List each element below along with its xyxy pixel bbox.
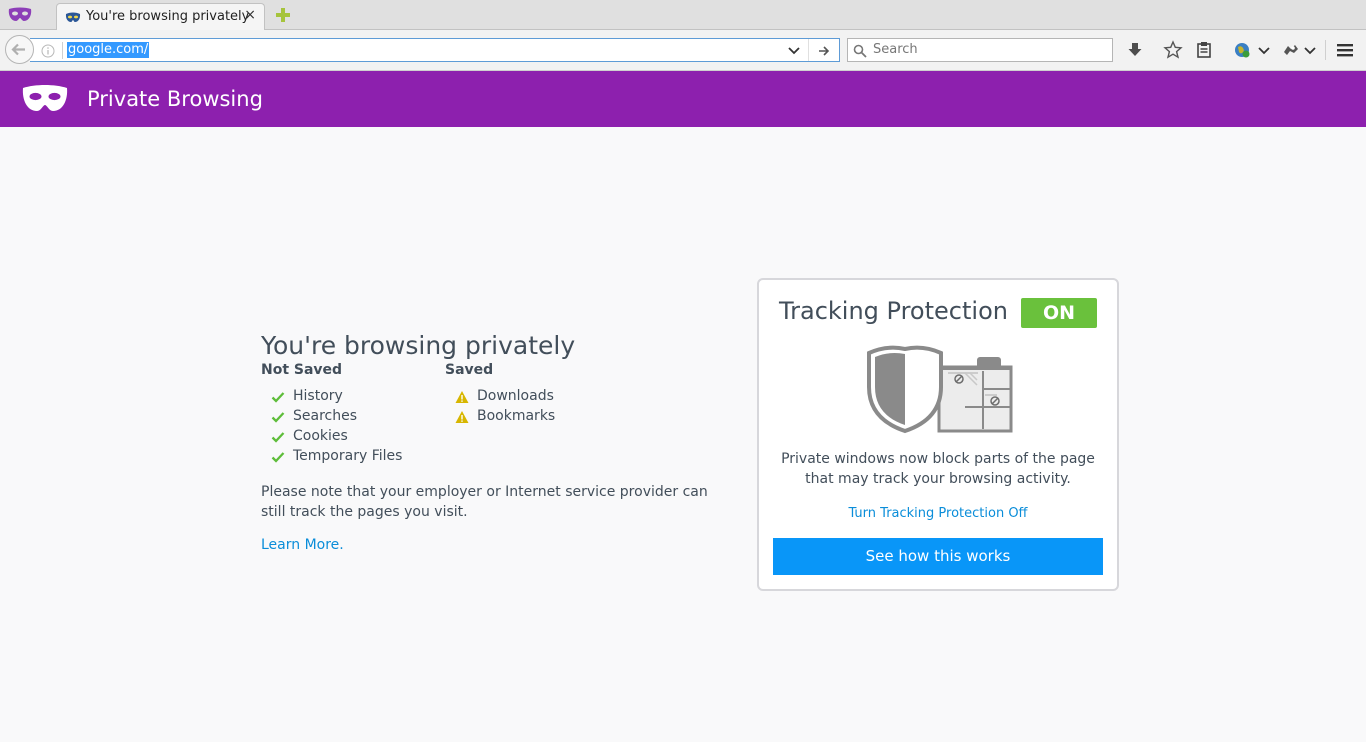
url-bar[interactable]: google.com/ <box>30 38 840 62</box>
go-arrow-icon[interactable] <box>817 43 831 57</box>
checkmark-icon <box>271 410 285 424</box>
private-mask-favicon-icon <box>65 10 81 24</box>
tab-title: You're browsing privately <box>86 9 250 24</box>
warning-icon <box>455 410 469 424</box>
toolbar-separator <box>1325 40 1326 60</box>
tracking-shield-illustration-icon <box>865 343 1015 435</box>
not-saved-item: Temporary Files <box>271 448 403 464</box>
search-input[interactable] <box>871 41 1105 58</box>
saved-item: Bookmarks <box>455 408 556 424</box>
not-saved-item: Cookies <box>271 428 348 444</box>
navigation-toolbar: google.com/ <box>0 30 1366 71</box>
tab-strip: You're browsing privately × <box>0 0 1366 30</box>
tracking-protection-status-toggle[interactable]: ON <box>1021 298 1097 328</box>
tab-close-icon[interactable]: × <box>244 7 256 23</box>
not-saved-item-label: Searches <box>293 408 358 424</box>
downloads-icon[interactable] <box>1125 40 1145 60</box>
tab-private-browsing[interactable]: You're browsing privately × <box>56 3 265 30</box>
url-text[interactable]: google.com/ <box>67 42 150 58</box>
saved-item: Downloads <box>455 388 554 404</box>
learn-more-link[interactable]: Learn More. <box>261 537 344 553</box>
turn-tracking-protection-off-link[interactable]: Turn Tracking Protection Off <box>759 506 1117 521</box>
back-button[interactable] <box>5 35 34 64</box>
not-saved-item-label: Cookies <box>293 428 348 444</box>
not-saved-item: Searches <box>271 408 358 424</box>
page-heading: You're browsing privately <box>261 330 576 360</box>
extension-bug-dropdown-icon[interactable] <box>1302 40 1322 60</box>
saved-heading: Saved <box>445 362 494 378</box>
extension-bug-icon[interactable] <box>1281 40 1301 60</box>
checkmark-icon <box>271 450 285 464</box>
new-tab-plus-icon[interactable] <box>273 5 293 25</box>
not-saved-heading: Not Saved <box>261 362 343 378</box>
private-browsing-header: Private Browsing <box>0 71 1366 127</box>
tracking-protection-title: Tracking Protection <box>779 297 1008 325</box>
search-bar[interactable] <box>847 38 1113 62</box>
warning-icon <box>455 390 469 404</box>
not-saved-item: History <box>271 388 343 404</box>
url-history-dropdown-icon[interactable] <box>787 43 801 57</box>
not-saved-item-label: History <box>293 388 343 404</box>
saved-item-label: Downloads <box>477 388 554 404</box>
extension-dropdown-icon[interactable] <box>1256 40 1276 60</box>
url-separator <box>62 42 63 59</box>
url-go-separator <box>808 39 809 61</box>
private-browsing-mask-icon <box>21 84 69 114</box>
checkmark-icon <box>271 390 285 404</box>
saved-item-label: Bookmarks <box>477 408 556 424</box>
tracking-protection-description: Private windows now block parts of the p… <box>781 451 1095 487</box>
checkmark-icon <box>271 430 285 444</box>
tracking-protection-card: Tracking Protection ON Private windows n… <box>757 278 1119 591</box>
search-icon <box>853 43 867 58</box>
not-saved-item-label: Temporary Files <box>293 448 403 464</box>
hamburger-menu-icon[interactable] <box>1335 40 1355 60</box>
private-browsing-mask-icon <box>7 5 33 25</box>
bookmarks-menu-icon[interactable] <box>1194 40 1214 60</box>
see-how-this-works-button[interactable]: See how this works <box>773 538 1103 575</box>
site-info-icon[interactable] <box>41 43 55 58</box>
bookmark-star-icon[interactable] <box>1163 40 1183 60</box>
privacy-note: Please note that your employer or Intern… <box>261 484 708 520</box>
extension-globe-icon[interactable] <box>1232 40 1252 60</box>
private-browsing-title: Private Browsing <box>87 87 263 111</box>
back-arrow-icon <box>11 43 25 56</box>
